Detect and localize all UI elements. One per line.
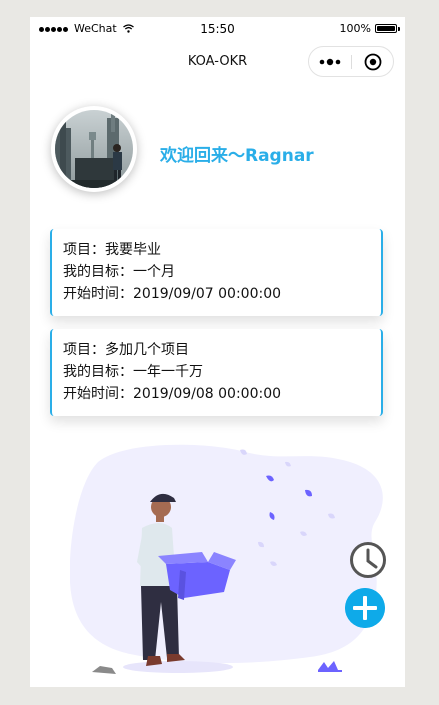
project-card[interactable]: 项目：多加几个项目 我的目标：一年一千万 开始时间：2019/09/08 00:… — [50, 329, 383, 416]
project-start-time: 开始时间：2019/09/08 00:00:00 — [63, 386, 282, 402]
status-bar: WeChat 15:50 100% — [30, 17, 405, 39]
more-icon[interactable] — [318, 57, 344, 67]
battery-percent: 100% — [339, 22, 371, 35]
project-name: 项目：多加几个项目 — [63, 342, 189, 358]
box-illustration — [70, 444, 383, 674]
battery-icon — [375, 24, 400, 33]
capsule-divider — [351, 55, 352, 69]
close-icon[interactable] — [364, 53, 382, 71]
project-goal: 我的目标：一年一千万 — [63, 364, 203, 380]
project-start-time: 开始时间：2019/09/07 00:00:00 — [63, 286, 282, 302]
project-name: 项目：我要毕业 — [63, 242, 161, 258]
clock-icon[interactable] — [348, 540, 388, 580]
welcome-text: 欢迎回来～Ragnar — [160, 146, 314, 166]
plus-icon[interactable] — [345, 588, 385, 628]
status-right: 100% — [339, 22, 400, 35]
mini-program-capsule — [308, 46, 394, 77]
avatar[interactable] — [51, 106, 137, 192]
project-goal: 我的目标：一个月 — [63, 264, 175, 280]
project-card[interactable]: 项目：我要毕业 我的目标：一个月 开始时间：2019/09/07 00:00:0… — [50, 229, 383, 316]
phone-screen: WeChat 15:50 100% KOA-OKR 欢迎回来～Ragnar 项目… — [30, 17, 405, 687]
avatar-photo — [55, 110, 133, 188]
